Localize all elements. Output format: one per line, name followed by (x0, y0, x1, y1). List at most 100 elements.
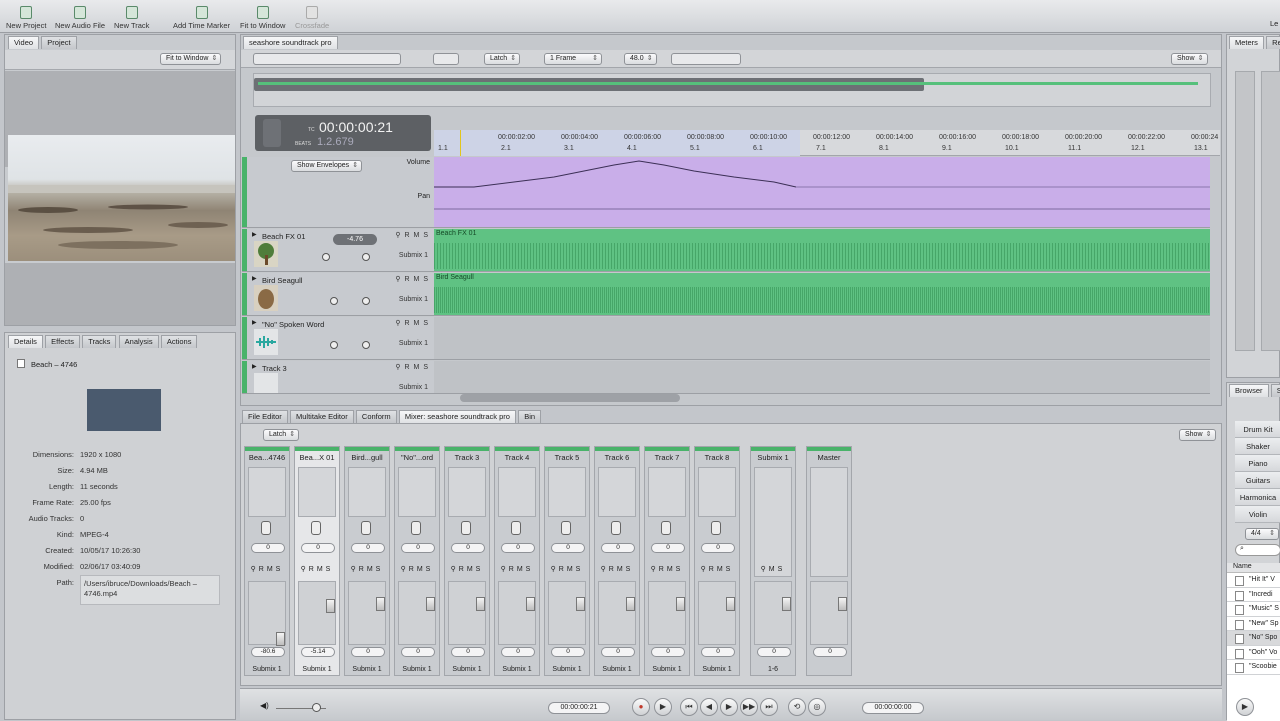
tab-tracks[interactable]: Tracks (82, 335, 117, 348)
tab-file-editor[interactable]: File Editor (242, 410, 288, 423)
list-item[interactable]: "New" Sp (1227, 617, 1280, 631)
new-audio-file-button[interactable]: New Audio File (55, 2, 105, 30)
track-output-popup[interactable]: Submix 1 (399, 296, 428, 303)
mixer-strip[interactable]: Bea...X 01 0 ⚲RMS -5.14 Submix 1 (294, 446, 340, 676)
nav-arrows[interactable] (433, 53, 459, 65)
list-item[interactable]: "Ooh" Vo (1227, 646, 1280, 660)
pan-knob[interactable] (561, 521, 571, 535)
preview-play-button[interactable]: ▶ (1236, 698, 1254, 716)
tab-meters[interactable]: Meters (1229, 36, 1264, 49)
mixer-strip[interactable]: Track 5 0 ⚲RMS 0 Submix 1 (544, 446, 590, 676)
fader-handle[interactable] (782, 597, 791, 611)
fader-track[interactable] (810, 581, 848, 645)
disclosure-triangle-icon[interactable]: ▶ (252, 363, 257, 370)
envelope-lane[interactable] (434, 157, 1210, 228)
fader-track[interactable] (754, 581, 792, 645)
fader-handle[interactable] (838, 597, 847, 611)
tab-actions[interactable]: Actions (160, 335, 198, 348)
mixer-strip[interactable]: Track 4 0 ⚲RMS 0 Submix 1 (494, 446, 540, 676)
track-pan-slider[interactable] (362, 341, 370, 349)
timeline-overview[interactable] (253, 73, 1211, 107)
frame-snap-popup[interactable]: 1 Frame (544, 53, 602, 65)
fader-handle[interactable] (426, 597, 435, 611)
instrument-guitars[interactable]: Guitars (1235, 472, 1280, 489)
latch-popup[interactable]: Latch (484, 53, 521, 65)
fader-handle[interactable] (576, 597, 585, 611)
mixer-strip[interactable]: Bird...gull 0 ⚲RMS 0 Submix 1 (344, 446, 390, 676)
fader-handle[interactable] (626, 597, 635, 611)
new-track-button[interactable]: New Track (114, 2, 149, 30)
track-header-beach-fx[interactable]: ▶ Beach FX 01 ⚲RMS -4.76 Submix 1 (242, 229, 434, 272)
play-from-start-button[interactable]: ▶ (654, 698, 672, 716)
tab-video[interactable]: Video (8, 36, 40, 49)
mixer-strip[interactable]: "No"...ord 0 ⚲RMS 0 Submix 1 (394, 446, 440, 676)
track-lane-track-3[interactable] (434, 361, 1210, 394)
tab-mixer[interactable]: Mixer: seashore soundtrack pro (398, 410, 516, 423)
fader-handle[interactable] (676, 597, 685, 611)
fader-handle[interactable] (276, 632, 285, 646)
show-envelopes-popup[interactable]: Show Envelopes (291, 160, 363, 172)
mixer-strip[interactable]: Track 3 0 ⚲RMS 0 Submix 1 (444, 446, 490, 676)
pan-knob[interactable] (311, 521, 321, 535)
cycle-button[interactable]: ⟲ (788, 698, 806, 716)
fader-handle[interactable] (526, 597, 535, 611)
fader-track[interactable] (448, 581, 486, 645)
list-item[interactable]: "Incredi (1227, 588, 1280, 602)
search-field[interactable]: ⌕ (1235, 544, 1280, 556)
tab-browser[interactable]: Browser (1229, 384, 1269, 397)
pan-knob[interactable] (511, 521, 521, 535)
tab-multitake-editor[interactable]: Multitake Editor (290, 410, 354, 423)
sync-button[interactable]: ◎ (808, 698, 826, 716)
pan-knob[interactable] (461, 521, 471, 535)
track-rms-buttons[interactable]: ⚲RMS (395, 231, 432, 239)
track-header-no-spoken-word[interactable]: ▶ "No" Spoken Word ⚲RMS Submix 1 (242, 317, 434, 360)
disclosure-triangle-icon[interactable]: ▶ (252, 319, 257, 326)
tab-project-document[interactable]: seashore soundtrack pro (243, 36, 338, 49)
record-button[interactable]: ● (632, 698, 650, 716)
fit-to-window-popup[interactable]: Fit to Window (160, 53, 222, 65)
list-item[interactable]: "Scoobie (1227, 660, 1280, 675)
tab-recording[interactable]: Rec (1266, 36, 1280, 49)
tab-analysis[interactable]: Analysis (118, 335, 159, 348)
fader-track[interactable] (398, 581, 436, 645)
zoom-popup[interactable]: 48.0 (624, 53, 657, 65)
pan-knob[interactable] (711, 521, 721, 535)
track-rms-buttons[interactable]: ⚲RMS (395, 363, 432, 371)
name-column-header[interactable]: Name (1227, 563, 1280, 573)
track-pan-slider[interactable] (362, 253, 370, 261)
time-signature-popup[interactable]: 4/4 (1245, 528, 1279, 540)
show-popup[interactable]: Show (1171, 53, 1208, 65)
track-lane-bird-seagull[interactable]: Bird Seagull (434, 273, 1210, 316)
mixer-strip[interactable]: Track 7 0 ⚲RMS 0 Submix 1 (644, 446, 690, 676)
list-item[interactable]: "No" Spo (1227, 631, 1280, 646)
pan-knob[interactable] (611, 521, 621, 535)
new-project-button[interactable]: New Project (6, 2, 46, 30)
mixer-strip[interactable]: Bea...4746 0 ⚲RMS -80.6 Submix 1 (244, 446, 290, 676)
track-volume-slider[interactable] (330, 341, 338, 349)
pan-knob[interactable] (411, 521, 421, 535)
instrument-piano[interactable]: Piano (1235, 455, 1280, 472)
list-item[interactable]: "Music" S (1227, 602, 1280, 617)
fader-track[interactable] (598, 581, 636, 645)
view-buttons[interactable] (671, 53, 741, 65)
fader-handle[interactable] (476, 597, 485, 611)
tab-project[interactable]: Project (41, 36, 77, 49)
track-pan-slider[interactable] (362, 297, 370, 305)
fader-track[interactable] (348, 581, 386, 645)
fader-handle[interactable] (376, 597, 385, 611)
mixer-latch-popup[interactable]: Latch (263, 429, 300, 441)
fader-handle[interactable] (726, 597, 735, 611)
tab-effects[interactable]: Effects (45, 335, 80, 348)
track-header-track-3[interactable]: ▶ Track 3 ⚲RMS Submix 1 (242, 361, 434, 394)
volume-envelope[interactable] (434, 157, 1210, 228)
position-field[interactable]: 00:00:00:21 (548, 702, 610, 714)
track-output-popup[interactable]: Submix 1 (399, 384, 428, 391)
instrument-violin[interactable]: Violin (1235, 506, 1280, 523)
tab-bin[interactable]: Bin (518, 410, 542, 423)
horizontal-scrollbar[interactable] (460, 394, 680, 402)
fit-to-window-button[interactable]: Fit to Window (240, 2, 285, 30)
fader-track[interactable] (298, 581, 336, 645)
track-volume-slider[interactable] (322, 253, 330, 261)
tab-details[interactable]: Details (8, 335, 43, 348)
mixer-strip[interactable]: Track 8 0 ⚲RMS 0 Submix 1 (694, 446, 740, 676)
